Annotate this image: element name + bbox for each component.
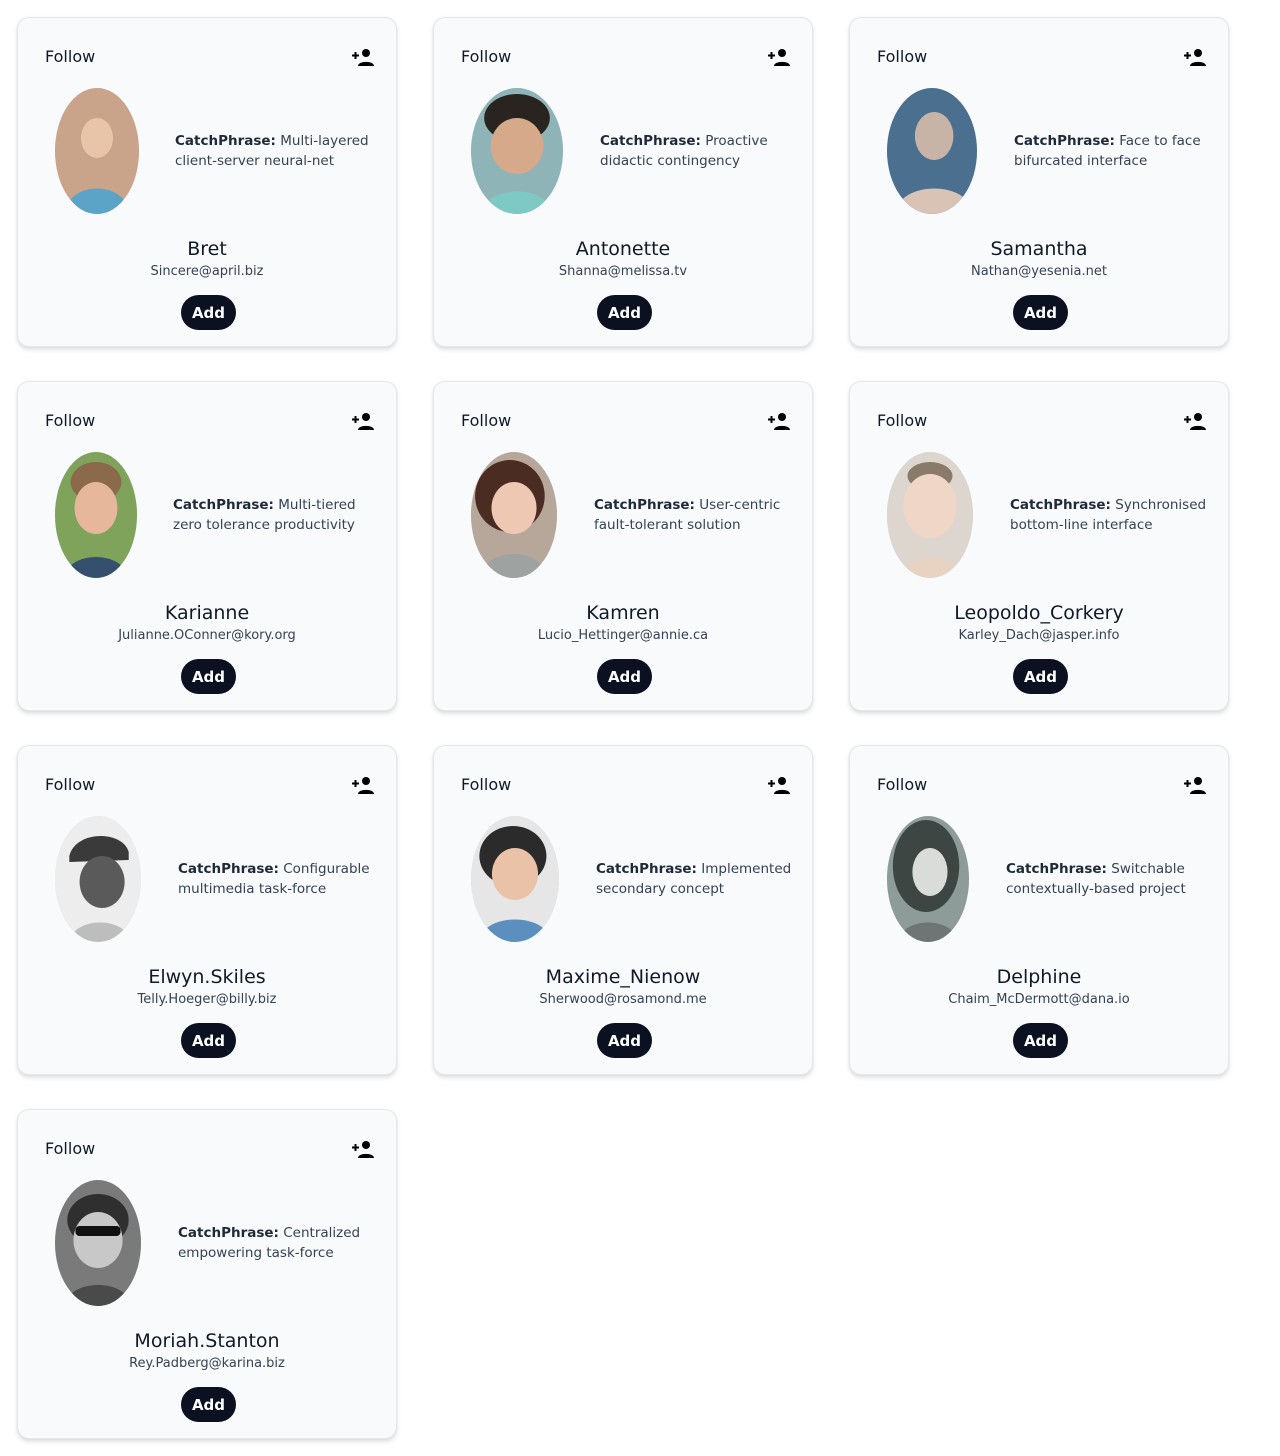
person-add-icon[interactable] — [1184, 412, 1206, 430]
catchphrase: CatchPhrase: Configurable multimedia tas… — [178, 859, 378, 899]
username: Antonette — [575, 238, 671, 260]
avatar — [55, 88, 139, 214]
catchphrase-label: CatchPhrase: — [596, 861, 697, 877]
email: Chaim_McDermott@dana.io — [948, 992, 1130, 1007]
avatar — [55, 452, 137, 578]
username: Maxime_Nienow — [545, 966, 701, 988]
username: Bret — [187, 238, 227, 260]
username: Samantha — [990, 238, 1088, 260]
person-add-icon[interactable] — [352, 1140, 374, 1158]
email: Sincere@april.biz — [150, 264, 264, 279]
catchphrase: CatchPhrase: Centralized empowering task… — [178, 1223, 378, 1263]
follow-label: Follow — [45, 411, 96, 430]
email: Lucio_Hettinger@annie.ca — [537, 628, 709, 643]
person-add-icon[interactable] — [1184, 48, 1206, 66]
avatar — [471, 88, 563, 214]
person-add-icon[interactable] — [768, 412, 790, 430]
catchphrase: CatchPhrase: Proactive didactic continge… — [600, 131, 800, 171]
username: Elwyn.Skiles — [148, 966, 266, 988]
person-add-icon[interactable] — [352, 48, 374, 66]
avatar — [55, 816, 141, 942]
add-button[interactable]: Add — [1013, 1023, 1068, 1058]
catchphrase-label: CatchPhrase: — [600, 133, 701, 149]
email: Shanna@melissa.tv — [558, 264, 688, 279]
avatar — [471, 816, 559, 942]
email: Sherwood@rosamond.me — [539, 992, 707, 1007]
follow-label: Follow — [45, 775, 96, 794]
avatar — [887, 452, 973, 578]
catchphrase-label: CatchPhrase: — [1006, 861, 1107, 877]
user-card: Follow CatchPhrase: Centralized empoweri… — [17, 1109, 397, 1439]
catchphrase: CatchPhrase: Implemented secondary conce… — [596, 859, 796, 899]
follow-label: Follow — [877, 411, 928, 430]
add-button[interactable]: Add — [597, 295, 652, 330]
catchphrase: CatchPhrase: Multi-tiered zero tolerance… — [173, 495, 373, 535]
avatar — [887, 816, 969, 942]
add-button[interactable]: Add — [181, 1023, 236, 1058]
username: Kamren — [586, 602, 660, 624]
add-button[interactable]: Add — [597, 1023, 652, 1058]
person-add-icon[interactable] — [352, 412, 374, 430]
user-card: Follow CatchPhrase: Switchable contextua… — [849, 745, 1229, 1075]
add-button[interactable]: Add — [181, 295, 236, 330]
email: Julianne.OConner@kory.org — [118, 628, 296, 643]
username: Moriah.Stanton — [134, 1330, 280, 1352]
avatar — [471, 452, 557, 578]
catchphrase: CatchPhrase: Multi-layered client-server… — [175, 131, 375, 171]
person-add-icon[interactable] — [352, 776, 374, 794]
person-add-icon[interactable] — [1184, 776, 1206, 794]
user-card-grid: Follow CatchPhrase: Multi-layered client… — [0, 0, 1280, 1456]
username: Leopoldo_Corkery — [954, 602, 1124, 624]
username: Delphine — [996, 966, 1082, 988]
add-button[interactable]: Add — [1013, 659, 1068, 694]
person-add-icon[interactable] — [768, 48, 790, 66]
catchphrase: CatchPhrase: Synchronised bottom-line in… — [1010, 495, 1210, 535]
user-card: Follow CatchPhrase: Implemented secondar… — [433, 745, 813, 1075]
follow-label: Follow — [461, 775, 512, 794]
email: Rey.Padberg@karina.biz — [129, 1356, 285, 1371]
email: Telly.Hoeger@billy.biz — [137, 992, 277, 1007]
user-card: Follow CatchPhrase: Multi-tiered zero to… — [17, 381, 397, 711]
follow-label: Follow — [461, 411, 512, 430]
add-button[interactable]: Add — [1013, 295, 1068, 330]
catchphrase: CatchPhrase: Face to face bifurcated int… — [1014, 131, 1214, 171]
follow-label: Follow — [877, 775, 928, 794]
avatar — [887, 88, 977, 214]
follow-label: Follow — [877, 47, 928, 66]
catchphrase-label: CatchPhrase: — [1010, 497, 1111, 513]
user-card: Follow CatchPhrase: User-centric fault-t… — [433, 381, 813, 711]
catchphrase-label: CatchPhrase: — [178, 1225, 279, 1241]
email: Nathan@yesenia.net — [971, 264, 1107, 279]
person-add-icon[interactable] — [768, 776, 790, 794]
add-button[interactable]: Add — [181, 1387, 236, 1422]
username: Karianne — [164, 602, 250, 624]
catchphrase-label: CatchPhrase: — [178, 861, 279, 877]
catchphrase-label: CatchPhrase: — [1014, 133, 1115, 149]
user-card: Follow CatchPhrase: Face to face bifurca… — [849, 17, 1229, 347]
user-card: Follow CatchPhrase: Configurable multime… — [17, 745, 397, 1075]
follow-label: Follow — [45, 47, 96, 66]
email: Karley_Dach@jasper.info — [958, 628, 1120, 643]
add-button[interactable]: Add — [597, 659, 652, 694]
catchphrase: CatchPhrase: User-centric fault-tolerant… — [594, 495, 794, 535]
follow-label: Follow — [461, 47, 512, 66]
user-card: Follow CatchPhrase: Multi-layered client… — [17, 17, 397, 347]
avatar — [55, 1180, 141, 1306]
add-button[interactable]: Add — [181, 659, 236, 694]
catchphrase-label: CatchPhrase: — [173, 497, 274, 513]
catchphrase-label: CatchPhrase: — [175, 133, 276, 149]
user-card: Follow CatchPhrase: Synchronised bottom-… — [849, 381, 1229, 711]
follow-label: Follow — [45, 1139, 96, 1158]
catchphrase: CatchPhrase: Switchable contextually-bas… — [1006, 859, 1206, 899]
user-card: Follow CatchPhrase: Proactive didactic c… — [433, 17, 813, 347]
catchphrase-label: CatchPhrase: — [594, 497, 695, 513]
